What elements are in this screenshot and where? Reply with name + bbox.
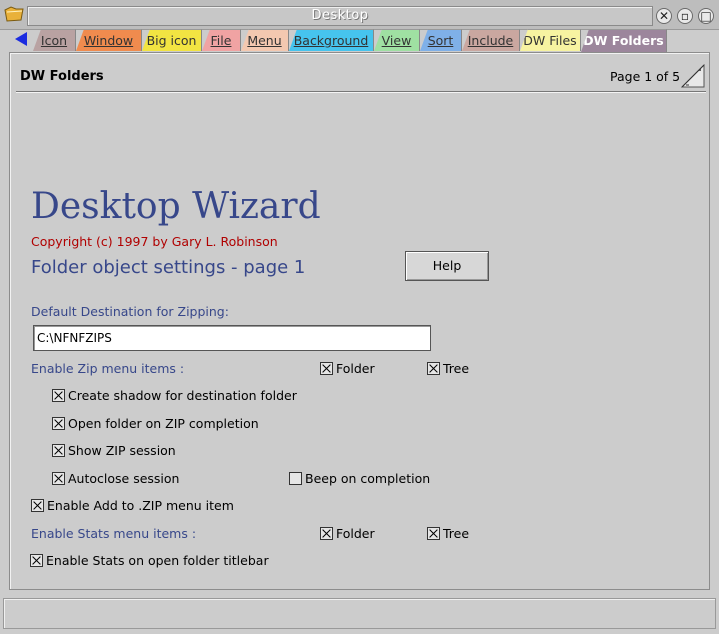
page-indicator: Page 1 of 5 [610, 69, 681, 84]
checkbox-icon [427, 527, 440, 540]
window-title: Desktop [27, 6, 653, 26]
zip-menu-items-label: Enable Zip menu items : [31, 361, 185, 376]
maximize-icon[interactable]: ▫ [677, 8, 693, 24]
page-title: DW Folders [20, 69, 104, 84]
checkbox-icon [52, 417, 65, 430]
section-subtitle: Folder object settings - page 1 [31, 257, 306, 278]
copyright-text: Copyright (c) 1997 by Gary L. Robinson [31, 234, 278, 249]
tab-background[interactable]: Background [289, 29, 374, 51]
restore-icon[interactable]: □ [698, 8, 714, 24]
tab-dw-files[interactable]: DW Files [520, 29, 581, 51]
zip-folder-checkbox[interactable]: Folder [320, 361, 375, 377]
checkbox-icon [30, 554, 43, 567]
page-turn-icon[interactable] [681, 64, 705, 88]
close-icon[interactable]: ✕ [656, 8, 672, 24]
checkbox-icon [52, 472, 65, 485]
tab-file[interactable]: File [202, 29, 241, 51]
enable-add-zip-checkbox[interactable]: Enable Add to .ZIP menu item [31, 498, 234, 514]
show-zip-session-checkbox[interactable]: Show ZIP session [52, 443, 176, 459]
notebook-tabs: Icon Window Big icon File Menu Backgroun… [0, 29, 719, 52]
tab-view[interactable]: View [374, 29, 420, 51]
tab-window[interactable]: Window [76, 29, 142, 51]
previous-tab-arrow-icon[interactable] [15, 32, 27, 46]
checkbox-icon [52, 444, 65, 457]
default-destination-label: Default Destination for Zipping: [31, 304, 229, 319]
tab-sort[interactable]: Sort [420, 29, 462, 51]
status-bar [3, 598, 716, 629]
header-divider [16, 91, 706, 93]
checkbox-icon [31, 499, 44, 512]
folder-icon[interactable] [4, 6, 24, 22]
checkbox-icon [320, 527, 333, 540]
checkbox-icon [289, 472, 302, 485]
checkbox-icon [52, 389, 65, 402]
tab-include[interactable]: Include [462, 29, 520, 51]
beep-on-completion-checkbox[interactable]: Beep on completion [289, 471, 430, 487]
checkbox-icon [320, 362, 333, 375]
create-shadow-checkbox[interactable]: Create shadow for destination folder [52, 388, 297, 404]
zip-tree-checkbox[interactable]: Tree [427, 361, 469, 377]
title-bar[interactable]: Desktop ✕ ▫ □ [0, 0, 719, 30]
autoclose-session-checkbox[interactable]: Autoclose session [52, 471, 179, 487]
help-button[interactable]: Help [405, 251, 489, 281]
open-folder-checkbox[interactable]: Open folder on ZIP completion [52, 416, 259, 432]
tab-dw-folders[interactable]: DW Folders [581, 29, 667, 52]
tab-big-icon[interactable]: Big icon [142, 29, 202, 51]
checkbox-icon [427, 362, 440, 375]
app-title: Desktop Wizard [31, 186, 321, 227]
stats-titlebar-checkbox[interactable]: Enable Stats on open folder titlebar [30, 553, 269, 569]
default-destination-input[interactable]: C:\NFNFZIPS [33, 325, 431, 351]
stats-folder-checkbox[interactable]: Folder [320, 526, 375, 542]
stats-tree-checkbox[interactable]: Tree [427, 526, 469, 542]
stats-menu-items-label: Enable Stats menu items : [31, 526, 197, 541]
tab-menu[interactable]: Menu [241, 29, 289, 51]
tab-icon[interactable]: Icon [33, 29, 76, 51]
